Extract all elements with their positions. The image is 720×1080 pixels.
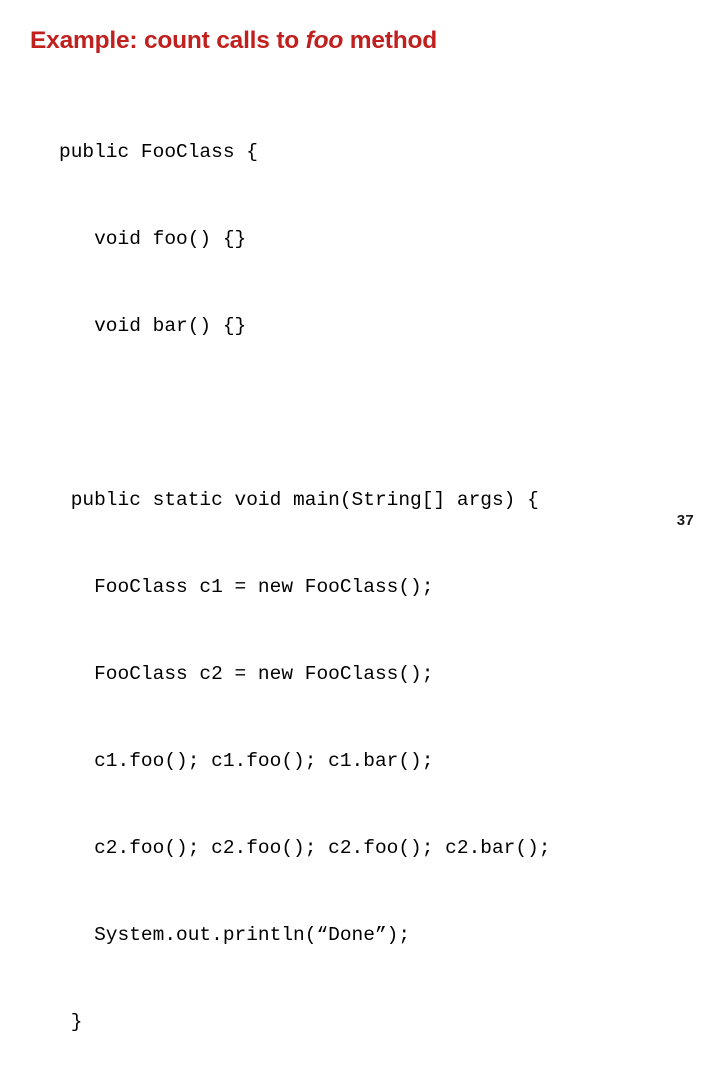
page-title-text-before: Example: count calls to xyxy=(30,27,306,54)
code-line: c2.foo(); c2.foo(); c2.foo(); c2.bar(); xyxy=(59,837,551,859)
code-line: FooClass c2 = new FooClass(); xyxy=(59,663,434,685)
code-line: void bar() {} xyxy=(59,315,247,337)
page-title-text-after: method xyxy=(343,27,438,54)
code-line: void foo() {} xyxy=(59,228,247,250)
code-line: } xyxy=(59,1011,83,1033)
slide: Example: count calls to foo method publi… xyxy=(0,0,720,1033)
code-line: c1.foo(); c1.foo(); c1.bar(); xyxy=(59,750,434,772)
page-title: Example: count calls to foo method xyxy=(30,26,690,55)
page-number: 37 xyxy=(676,512,694,529)
code-block: public FooClass { void foo() {} void bar… xyxy=(59,80,550,1080)
code-line: FooClass c1 = new FooClass(); xyxy=(59,576,434,598)
code-line: public static void main(String[] args) { xyxy=(59,489,539,511)
code-line: System.out.println(“Done”); xyxy=(59,924,411,946)
page-title-italic-term: foo xyxy=(305,27,344,54)
code-line: public FooClass { xyxy=(59,141,258,163)
